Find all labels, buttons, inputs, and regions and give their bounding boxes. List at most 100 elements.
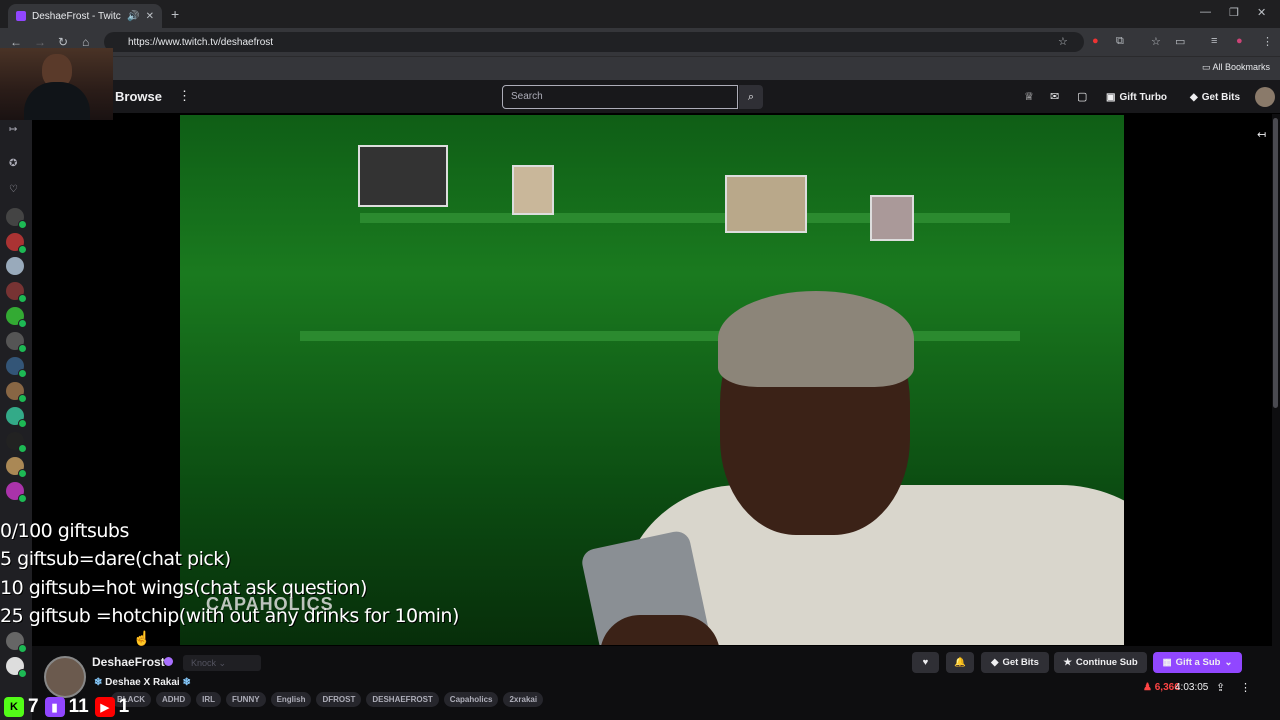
more-options-icon[interactable]: ⋮	[1240, 681, 1251, 694]
browser-menu-icon[interactable]: ⋮	[1262, 35, 1273, 48]
sidebar-channel[interactable]	[6, 307, 27, 328]
twitch-top-nav: Browse ⋮ Search ⌕ ♕ ✉ ▢ ▣ Gift Turbo ◆ G…	[0, 80, 1280, 114]
live-indicator	[18, 494, 27, 503]
sidebar-channel[interactable]	[6, 332, 27, 353]
back-icon[interactable]: ←	[10, 35, 22, 49]
share-icon[interactable]: ⇪	[1216, 681, 1225, 694]
sidepanel-icon[interactable]: ▭	[1175, 35, 1185, 48]
browser-tab[interactable]: DeshaeFrost - Twitch 🔊 ✕	[8, 4, 162, 28]
gift-turbo-label: Gift Turbo	[1119, 91, 1168, 103]
address-bar[interactable]: https://www.twitch.tv/deshaefrost	[104, 32, 1084, 52]
channel-name[interactable]: DeshaeFrost	[92, 655, 165, 669]
sidebar-channel[interactable]	[6, 482, 27, 503]
tag[interactable]: ADHD	[156, 692, 192, 707]
tag[interactable]: IRL	[196, 692, 221, 707]
live-indicator	[18, 394, 27, 403]
verified-badge-icon	[164, 657, 173, 666]
extensions-icon[interactable]: ⧉	[1116, 35, 1124, 48]
sidebar-channel[interactable]	[6, 632, 27, 653]
sidebar-channel[interactable]	[6, 257, 24, 275]
streamer-webcam	[0, 48, 113, 120]
search-input[interactable]: Search	[502, 85, 738, 109]
collapse-chat-icon[interactable]: ↤	[1257, 128, 1266, 141]
user-avatar[interactable]	[1255, 87, 1275, 107]
sidebar-channel[interactable]	[6, 657, 27, 678]
tag[interactable]: FUNNY	[226, 692, 266, 707]
live-indicator	[18, 294, 27, 303]
follow-button[interactable]: ♥	[912, 652, 939, 673]
browse-link[interactable]: Browse	[115, 89, 162, 104]
scrollbar-thumb[interactable]	[1273, 118, 1278, 408]
gift-a-sub-button[interactable]: ▦ Gift a Sub ⌄	[1153, 652, 1242, 673]
whispers-icon[interactable]: ▢	[1077, 90, 1087, 103]
turbo-icon: ▣	[1106, 91, 1116, 103]
stream-tags: BLACK ADHD IRL FUNNY English DFROST DESH…	[111, 692, 544, 707]
more-icon[interactable]: ⋮	[178, 88, 191, 104]
minimize-button[interactable]: —	[1200, 6, 1211, 18]
kick-icon: K	[4, 697, 24, 717]
wall-photo	[870, 195, 914, 241]
close-tab-icon[interactable]: ✕	[146, 11, 154, 22]
person-cap	[718, 291, 914, 387]
tag[interactable]: DFROST	[316, 692, 362, 707]
video-watermark: CAPAHOLICS	[206, 594, 334, 614]
speaker-icon[interactable]: 🔊	[127, 11, 139, 22]
sidebar-channel[interactable]	[6, 457, 27, 478]
stream-video[interactable]	[180, 115, 1124, 645]
tag[interactable]: Capaholics	[443, 692, 499, 707]
reload-icon[interactable]: ↻	[58, 35, 68, 49]
sidebar-channel[interactable]	[6, 432, 27, 453]
channel-avatar[interactable]	[44, 656, 86, 698]
media-icon[interactable]: ≡	[1211, 35, 1217, 47]
live-indicator	[18, 444, 27, 453]
heart-icon[interactable]: ♡	[9, 184, 18, 195]
sidebar-channel[interactable]	[6, 382, 27, 403]
sidebar-channel[interactable]	[6, 357, 27, 378]
continue-sub-button[interactable]: ★ Continue Sub	[1054, 652, 1147, 673]
recommended-icon[interactable]: ✪	[9, 158, 17, 169]
knock-button[interactable]: Knock ⌄	[183, 655, 261, 671]
maximize-button[interactable]: ❐	[1229, 6, 1239, 19]
live-indicator	[18, 669, 27, 678]
search-button[interactable]: ⌕	[739, 85, 763, 109]
twitch-favicon-icon	[16, 11, 26, 21]
live-indicator	[18, 245, 27, 254]
url-text: https://www.twitch.tv/deshaefrost	[128, 36, 274, 48]
wall-photo	[358, 145, 448, 207]
all-bookmarks-label: All Bookmarks	[1212, 62, 1270, 72]
all-bookmarks-button[interactable]: ▭ All Bookmarks	[1202, 62, 1270, 73]
sidebar-channel[interactable]	[6, 282, 27, 303]
get-bits-channel-button[interactable]: ◆ Get Bits	[981, 652, 1049, 673]
profile-icon[interactable]: ●	[1236, 35, 1243, 47]
inbox-icon[interactable]: ✉	[1050, 90, 1059, 103]
stream-title: ❄ Deshae X Rakai ❄	[94, 677, 191, 688]
new-tab-button[interactable]: +	[171, 6, 179, 22]
live-indicator	[18, 344, 27, 353]
live-indicator	[18, 644, 27, 653]
tag[interactable]: DESHAEFROST	[366, 692, 439, 707]
gift-turbo-button[interactable]: ▣ Gift Turbo	[1106, 87, 1167, 107]
sidebar-channel[interactable]	[6, 208, 27, 229]
stream-title-text: Deshae X Rakai	[105, 677, 180, 688]
favorites-icon[interactable]: ☆	[1151, 35, 1161, 48]
sidebar-channel[interactable]	[6, 233, 27, 254]
get-bits-button[interactable]: ◆ Get Bits	[1190, 87, 1240, 107]
tag[interactable]: English	[270, 692, 312, 707]
twitch-count: 11	[68, 696, 89, 717]
wall-photo	[725, 175, 807, 233]
notifications-button[interactable]: 🔔	[946, 652, 974, 673]
search-icon: ⌕	[747, 91, 755, 103]
extension-icon[interactable]: ●	[1092, 35, 1099, 47]
expand-sidebar-icon[interactable]: ↦	[9, 124, 17, 135]
close-window-button[interactable]: ✕	[1257, 6, 1266, 19]
home-icon[interactable]: ⌂	[82, 35, 89, 49]
continue-sub-label: Continue Sub	[1075, 657, 1138, 668]
prime-crown-icon[interactable]: ♕	[1024, 90, 1034, 103]
live-indicator	[18, 319, 27, 328]
forward-icon[interactable]: →	[34, 35, 46, 49]
sidebar-channel[interactable]	[6, 407, 27, 428]
bookmark-star-icon[interactable]: ☆	[1058, 35, 1068, 48]
tag[interactable]: 2xrakai	[503, 692, 544, 707]
twitch-icon: ▮	[44, 697, 65, 717]
live-indicator	[18, 419, 27, 428]
